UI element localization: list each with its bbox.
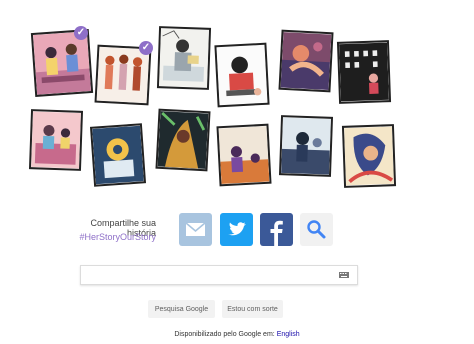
story-card-3[interactable] xyxy=(156,26,212,90)
story-card-2-illustration xyxy=(96,46,150,104)
story-card-2-check-icon: ✓ xyxy=(139,41,153,55)
google-search-button[interactable]: Pesquisa Google xyxy=(148,300,215,318)
story-card-9-illustration xyxy=(157,111,209,169)
doodle-story-grid: ✓ ✓ xyxy=(0,0,474,200)
search-input[interactable] xyxy=(87,268,331,284)
twitter-icon xyxy=(228,222,246,236)
story-card-7-illustration xyxy=(31,111,81,169)
story-card-6-illustration xyxy=(339,42,389,102)
story-card-6[interactable] xyxy=(336,40,392,104)
email-icon xyxy=(185,222,206,236)
story-card-5[interactable] xyxy=(278,29,334,93)
language-offer: Disponibilizado pelo Google em: English xyxy=(0,331,474,338)
share-twitter-button[interactable] xyxy=(220,213,253,246)
story-card-8[interactable] xyxy=(89,123,147,187)
story-card-12-illustration xyxy=(344,126,394,186)
share-search-button[interactable] xyxy=(300,213,333,246)
story-card-3-illustration xyxy=(159,28,209,88)
story-card-1-illustration xyxy=(32,31,92,95)
story-card-11[interactable] xyxy=(278,115,334,177)
search-icon xyxy=(307,220,326,239)
story-card-5-illustration xyxy=(280,32,332,90)
facebook-icon xyxy=(270,220,283,246)
share-email-button[interactable] xyxy=(179,213,212,246)
story-card-9[interactable] xyxy=(155,108,211,172)
story-card-4-illustration xyxy=(216,45,268,105)
share-facebook-button[interactable] xyxy=(260,213,293,246)
hashtag-link[interactable]: #HerStoryOurStory xyxy=(60,232,156,242)
keyboard-icon[interactable] xyxy=(339,272,349,278)
story-card-10-illustration xyxy=(218,126,270,184)
story-card-7[interactable] xyxy=(28,109,84,171)
language-link-english[interactable]: English xyxy=(277,331,300,338)
language-offer-text: Disponibilizado pelo Google em: xyxy=(174,331,275,338)
story-card-12[interactable] xyxy=(341,124,397,188)
story-card-8-illustration xyxy=(92,125,144,185)
feeling-lucky-button[interactable]: Estou com sorte xyxy=(222,300,283,318)
story-card-1-check-icon: ✓ xyxy=(74,26,88,40)
search-box xyxy=(80,265,358,285)
story-card-10[interactable] xyxy=(216,123,272,187)
story-card-4[interactable] xyxy=(214,42,270,108)
story-card-11-illustration xyxy=(281,117,331,175)
